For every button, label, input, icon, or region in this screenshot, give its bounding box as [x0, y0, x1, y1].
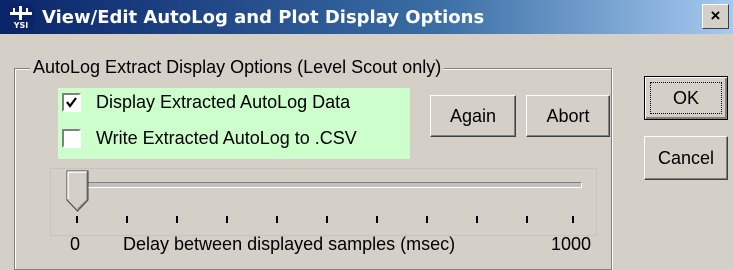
slider-tick — [326, 216, 328, 223]
slider-tick — [226, 216, 228, 223]
slider-tick — [276, 216, 278, 223]
slider-tick — [376, 216, 378, 223]
slider-thumb[interactable] — [66, 170, 90, 212]
display-extracted-label[interactable]: Display Extracted AutoLog Data — [96, 92, 350, 113]
slider-tick — [476, 216, 478, 223]
slider-max-label: 1000 — [551, 234, 592, 254]
close-icon: × — [710, 6, 721, 25]
svg-text:YSI: YSI — [13, 21, 29, 30]
again-label: Again — [449, 106, 497, 126]
slider-tick — [572, 216, 574, 223]
slider-tick — [76, 216, 78, 223]
slider-tick — [126, 216, 128, 223]
delay-slider[interactable] — [50, 168, 597, 236]
write-csv-checkbox[interactable] — [62, 129, 81, 148]
group-legend: AutoLog Extract Display Options (Level S… — [30, 57, 445, 78]
ok-button[interactable]: OK — [644, 76, 728, 120]
slider-tick — [526, 216, 528, 223]
cancel-button[interactable]: Cancel — [644, 136, 728, 180]
check-icon — [66, 97, 77, 108]
again-button[interactable]: Again — [430, 95, 516, 137]
close-button[interactable]: × — [702, 4, 729, 29]
slider-track[interactable] — [78, 182, 582, 188]
abort-button[interactable]: Abort — [526, 95, 610, 137]
display-extracted-checkbox[interactable] — [62, 93, 81, 112]
abort-label: Abort — [546, 106, 590, 126]
slider-min-label: 0 — [70, 234, 81, 254]
focus-rect — [650, 82, 722, 114]
window-title: View/Edit AutoLog and Plot Display Optio… — [42, 7, 485, 28]
slider-tick — [176, 216, 178, 223]
write-csv-label[interactable]: Write Extracted AutoLog to .CSV — [96, 128, 357, 149]
ysi-logo-icon: YSI — [8, 4, 34, 30]
slider-caption: Delay between displayed samples (msec) — [123, 234, 456, 254]
slider-tick — [426, 216, 428, 223]
cancel-label: Cancel — [657, 148, 715, 168]
title-bar: YSI View/Edit AutoLog and Plot Display O… — [0, 0, 733, 34]
